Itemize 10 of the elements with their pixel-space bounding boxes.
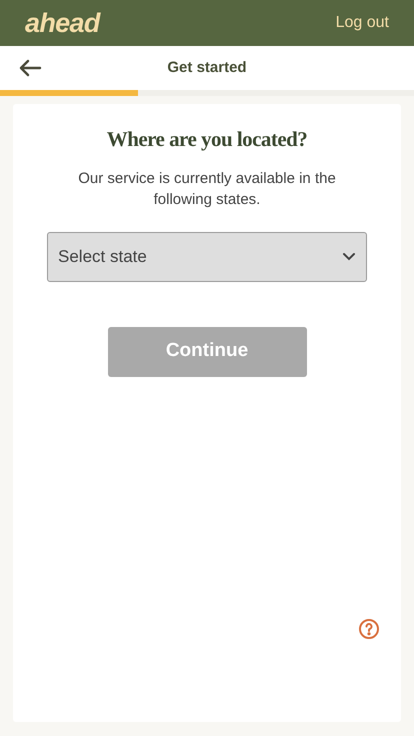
back-arrow-icon[interactable] — [18, 58, 42, 78]
heading: Where are you located? — [106, 126, 308, 153]
chevron-down-icon — [342, 252, 356, 261]
page-title: Get started — [167, 58, 247, 78]
state-select[interactable]: Select state — [47, 232, 367, 282]
select-placeholder: Select state — [58, 246, 147, 268]
logout-link[interactable]: Log out — [336, 11, 389, 35]
description: Our service is currently available in the following states. — [77, 168, 337, 210]
logo[interactable]: ahead — [25, 2, 100, 44]
help-icon[interactable] — [358, 618, 380, 640]
